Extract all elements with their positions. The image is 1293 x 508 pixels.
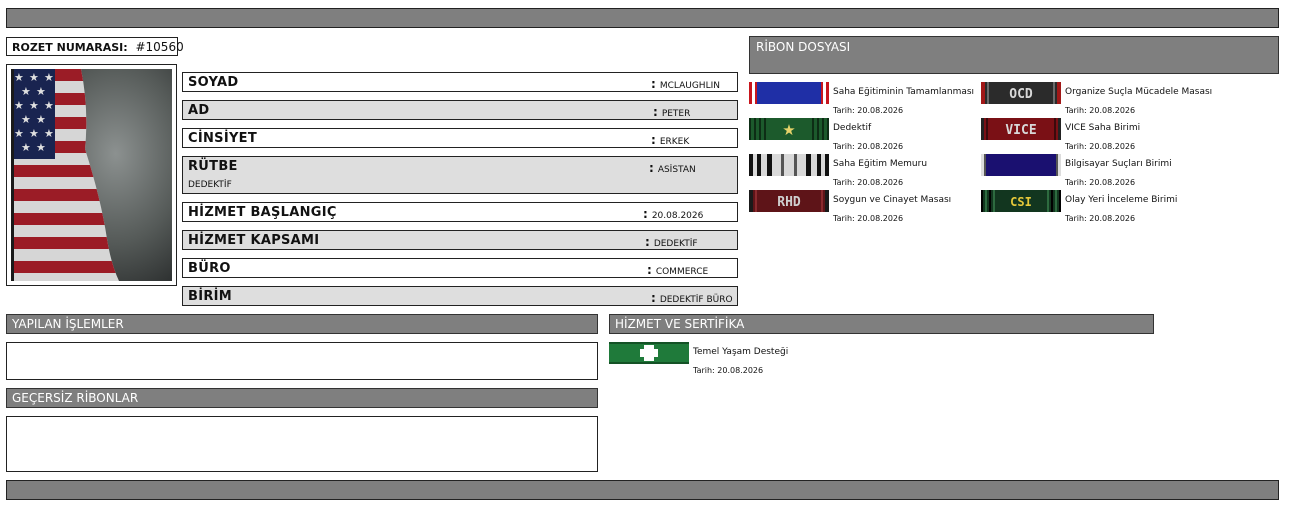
- green-cross-ribbon-icon: [609, 342, 689, 364]
- ribbon-date: Tarih: 20.08.2026: [1065, 142, 1136, 151]
- ribbon-date: Tarih: 20.08.2026: [833, 178, 904, 187]
- certificate-name: Temel Yaşam Desteği: [693, 347, 789, 357]
- bureau-value: : COMMERCE: [647, 263, 709, 277]
- footer-band: [6, 480, 1279, 500]
- ribbon-name: Olay Yeri İnceleme Birimi: [1065, 195, 1178, 205]
- unit-label: BİRİM: [188, 289, 233, 304]
- ribbon-date: Tarih: 20.08.2026: [833, 142, 904, 151]
- vice-ribbon-icon: VICE: [981, 118, 1061, 140]
- profile-row-bureau: BÜRO : COMMERCE: [182, 258, 738, 278]
- ribbon-name: Bilgisayar Suçları Birimi: [1065, 159, 1172, 169]
- name-value: : PETER: [653, 105, 691, 119]
- profile-row-gender: CİNSİYET : ERKEK: [182, 128, 738, 148]
- ribbon-name: Dedektif: [833, 123, 872, 133]
- operations-header: YAPILAN İŞLEMLER: [6, 314, 598, 334]
- rank-label: RÜTBE: [188, 159, 238, 174]
- navy-ribbon-icon: [981, 154, 1061, 176]
- certificate-date: Tarih: 20.08.2026: [693, 366, 764, 375]
- rank-value: : ASİSTAN: [649, 161, 696, 175]
- operations-title: YAPILAN İŞLEMLER: [12, 317, 124, 331]
- ribbon-date: Tarih: 20.08.2026: [1065, 178, 1136, 187]
- service-certificate-header: HİZMET VE SERTİFİKA: [609, 314, 1154, 334]
- ribbon-date: Tarih: 20.08.2026: [833, 106, 904, 115]
- svg-text:VICE: VICE: [1005, 123, 1036, 138]
- csi-ribbon-icon: CSI: [981, 190, 1061, 212]
- badge-label: ROZET NUMARASI:: [12, 41, 128, 54]
- rhd-ribbon-icon: RHD: [749, 190, 829, 212]
- gender-value: : ERKEK: [651, 133, 690, 147]
- american-flag-image: ★ ★ ★ ★ ★ ★ ★ ★ ★ ★ ★ ★ ★ ★ ★: [11, 69, 172, 281]
- svg-text:OCD: OCD: [1009, 87, 1033, 102]
- profile-row-surname: SOYAD : MCLAUGHLIN: [182, 72, 738, 92]
- service-certificate-title: HİZMET VE SERTİFİKA: [615, 317, 745, 331]
- profile-row-name: AD : PETER: [182, 100, 738, 120]
- profile-row-unit: BİRİM : DEDEKTİF BÜRO: [182, 286, 738, 306]
- profile-row-rank: RÜTBE : ASİSTAN DEDEKTİF: [182, 156, 738, 194]
- svg-text:★: ★: [782, 121, 795, 139]
- badge-number-box: ROZET NUMARASI: #10560: [6, 37, 184, 56]
- svg-text:CSI: CSI: [1010, 195, 1032, 209]
- service-scope-value: : DEDEKTİF: [645, 235, 698, 249]
- ribbon-name: Soygun ve Cinayet Masası: [833, 195, 952, 205]
- ribbon-name: VICE Saha Birimi: [1065, 123, 1141, 133]
- ribbon-date: Tarih: 20.08.2026: [1065, 106, 1136, 115]
- service-scope-label: HİZMET KAPSAMI: [188, 233, 320, 248]
- bureau-label: BÜRO: [188, 261, 231, 276]
- ribbon-name: Saha Eğitim Memuru: [833, 159, 928, 169]
- ribbon-file-header: RİBON DOSYASI: [749, 36, 1279, 74]
- header-band: [6, 8, 1279, 28]
- svg-text:RHD: RHD: [777, 195, 801, 210]
- blue-red-stripe-ribbon-icon: [749, 82, 829, 104]
- badge-number: #10560: [135, 40, 184, 54]
- ribbon-name: Saha Eğitiminin Tamamlanması: [833, 87, 975, 97]
- operations-box: [6, 342, 598, 380]
- ribbon-date: Tarih: 20.08.2026: [833, 214, 904, 223]
- black-white-stripe-ribbon-icon: [749, 154, 829, 176]
- gender-label: CİNSİYET: [188, 131, 258, 146]
- service-start-label: HİZMET BAŞLANGIÇ: [188, 205, 337, 220]
- officer-photo: ★ ★ ★ ★ ★ ★ ★ ★ ★ ★ ★ ★ ★ ★ ★: [6, 64, 177, 286]
- ocd-ribbon-icon: OCD: [981, 82, 1061, 104]
- profile-row-service-start: HİZMET BAŞLANGIÇ :20.08.2026: [182, 202, 738, 222]
- invalid-ribbons-title: GEÇERSİZ RİBONLAR: [12, 391, 139, 405]
- profile-row-service-scope: HİZMET KAPSAMI : DEDEKTİF: [182, 230, 738, 250]
- surname-value: : MCLAUGHLIN: [651, 77, 720, 91]
- rank-extra: DEDEKTİF: [188, 180, 232, 190]
- invalid-ribbons-box: [6, 416, 598, 472]
- ribbon-file-title: RİBON DOSYASI: [756, 40, 851, 54]
- name-label: AD: [188, 103, 210, 118]
- ribbon-date: Tarih: 20.08.2026: [1065, 214, 1136, 223]
- invalid-ribbons-header: GEÇERSİZ RİBONLAR: [6, 388, 598, 408]
- green-star-ribbon-icon: ★: [749, 118, 829, 140]
- ribbon-name: Organize Suçla Mücadele Masası: [1065, 87, 1213, 97]
- surname-label: SOYAD: [188, 75, 239, 90]
- unit-value: : DEDEKTİF BÜRO: [651, 291, 733, 305]
- service-start-value: :20.08.2026: [643, 207, 704, 221]
